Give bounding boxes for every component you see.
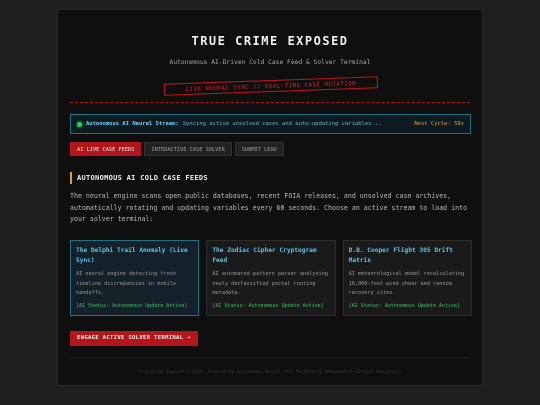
terminal-frame: TRUE CRIME EXPOSED Autonomous AI-Driven … [57,9,483,386]
header-divider [70,102,470,103]
page-subtitle: Autonomous AI-Driven Cold Case Feed & So… [169,59,371,66]
status-message: Syncing active unsolved cases and auto-u… [182,121,382,127]
case-card-description: AI meteorological model recalculating 10… [348,271,465,296]
engage-solver-button[interactable]: ENGAGE ACTIVE SOLVER TERMINAL → [70,331,198,346]
case-card-db-cooper[interactable]: D.B. Cooper Flight 305 Drift Matrix AI m… [342,240,472,316]
live-indicator-icon [77,121,82,127]
tab-ai-live-case-feeds[interactable]: AI LIVE CASE FEEDS [70,142,142,156]
next-cycle-timer: Next Cycle: 59s [414,121,464,127]
case-card-status: [AI Status: Autonomous Update Active] [348,303,461,309]
case-card-zodiac[interactable]: The Zodiac Cipher Cryptogram Feed AI aut… [206,240,336,316]
case-card-status: [AI Status: Autonomous Update Active] [212,303,324,309]
live-sync-stamp: LIVE NEURAL SYNC // REAL-TIME CASE MUTAT… [163,76,379,96]
case-card-title: The Zodiac Cipher Cryptogram Feed [212,247,317,264]
section-intro: The neural engine scans open public data… [70,192,467,223]
section-heading: AUTONOMOUS AI COLD CASE FEEDS [70,172,208,184]
footer-text: True Crime Exposed © 2026. Powered by Au… [138,370,402,375]
case-card-description: AI neural engine detecting fresh timelin… [76,271,176,296]
case-feed-cards: The Delphi Trail Anomaly (Live Sync) AI … [70,240,472,316]
tab-bar: AI LIVE CASE FEEDS INTERACTIVE CASE SOLV… [70,142,284,156]
case-card-title: The Delphi Trail Anomaly (Live Sync) [76,247,188,264]
status-label: Autonomous AI Neural Stream: [86,121,179,127]
tab-interactive-case-solver[interactable]: INTERACTIVE CASE SOLVER [144,142,232,156]
footer-divider [70,357,470,358]
case-card-delphi[interactable]: The Delphi Trail Anomaly (Live Sync) AI … [70,240,200,316]
page-title: TRUE CRIME EXPOSED [191,34,349,48]
case-card-description: AI automated pattern parser analyzing ne… [212,271,328,296]
case-card-title: D.B. Cooper Flight 305 Drift Matrix [348,247,453,264]
tab-submit-lead[interactable]: SUBMIT LEAD [234,142,284,156]
neural-stream-status-bar: Autonomous AI Neural Stream: Syncing act… [70,114,471,134]
case-card-status: [AI Status: Autonomous Update Active] [76,303,188,309]
